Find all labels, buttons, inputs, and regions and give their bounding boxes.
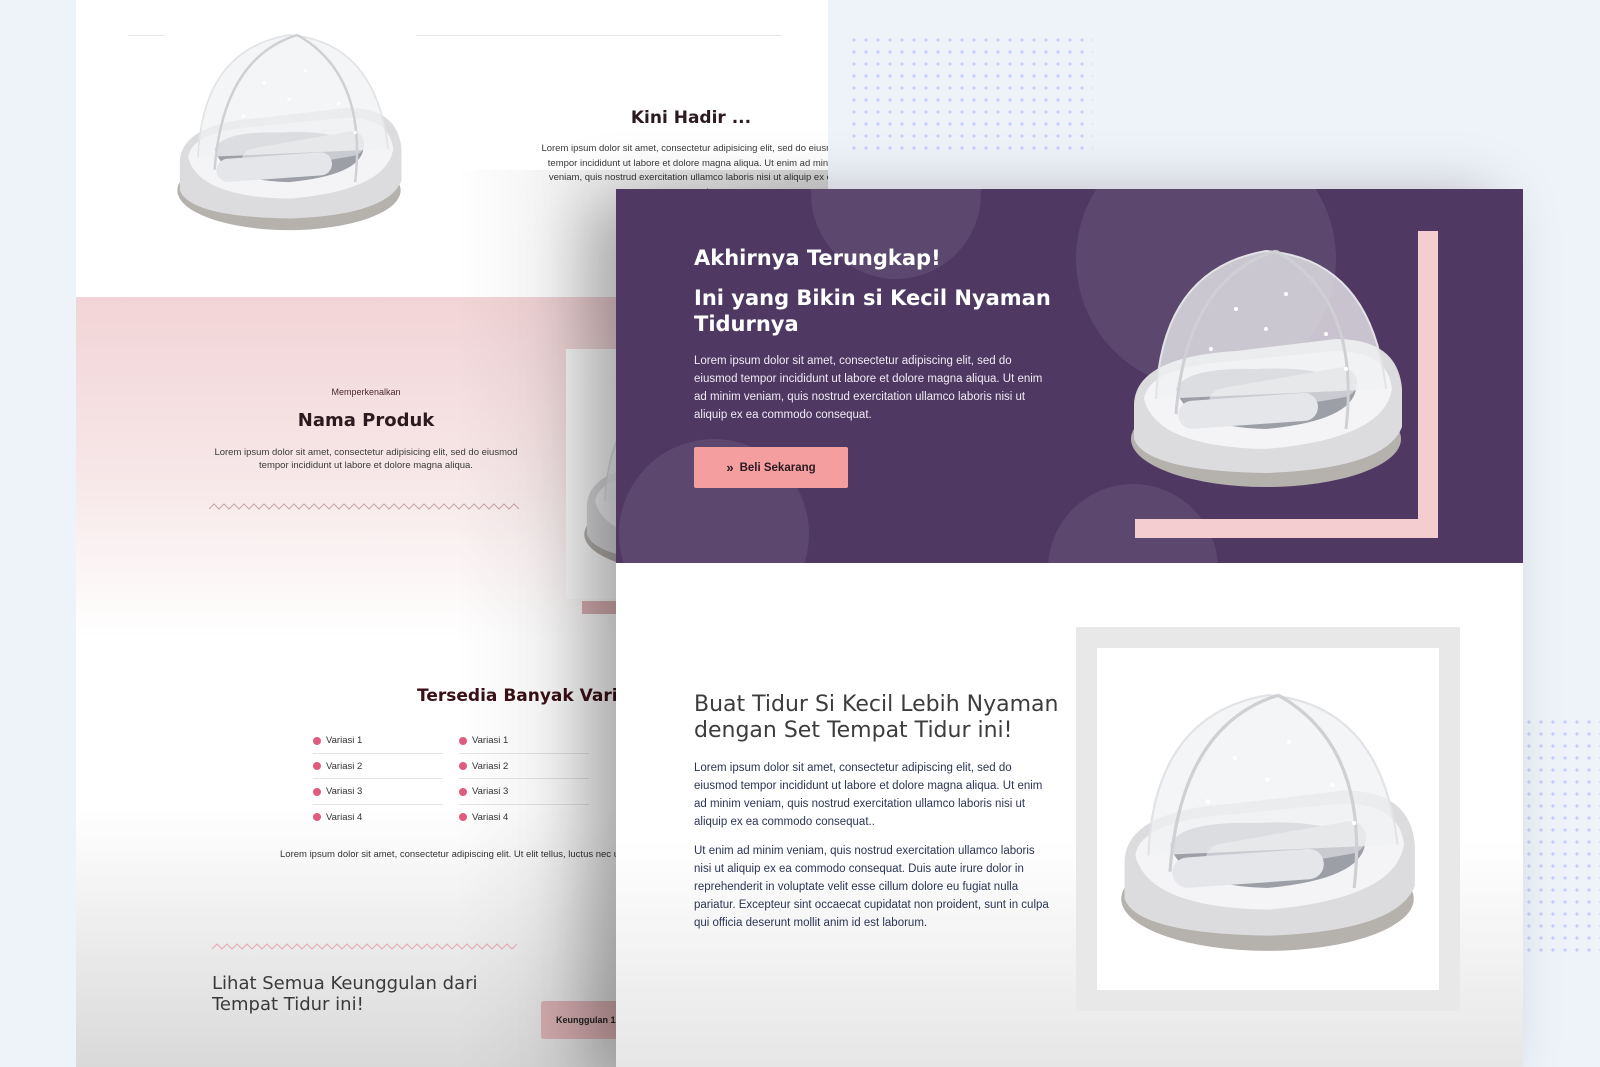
product-image	[1111, 239, 1421, 499]
intro-text: Lorem ipsum dolor sit amet, consectetur …	[214, 447, 518, 471]
double-chevron-right-icon: »	[726, 460, 734, 475]
list-item: Variasi 1	[313, 728, 443, 754]
buy-now-button[interactable]: » Beli Sekarang	[694, 447, 848, 488]
info-paragraph-1: Lorem ipsum dolor sit amet, consectetur …	[694, 762, 1043, 828]
bullet-icon	[459, 736, 467, 745]
product-image	[1105, 678, 1430, 968]
list-item: Variasi 4	[313, 805, 443, 831]
bullet-icon	[459, 813, 467, 821]
decorative-frame-vertical	[1418, 231, 1438, 538]
decorative-frame-horizontal	[1135, 519, 1438, 538]
section-title: Kini Hadir ...	[630, 108, 752, 128]
hero-subtitle: Ini yang Bikin si Kecil Nyaman Tidurnya	[694, 286, 1051, 336]
hero-section: Akhirnya Terungkap! Ini yang Bikin si Ke…	[616, 189, 1523, 563]
bullet-icon	[313, 736, 321, 745]
divider-right	[416, 35, 782, 36]
hero-text: Lorem ipsum dolor sit amet, consectetur …	[694, 355, 1043, 421]
list-item: Variasi 4	[459, 805, 589, 831]
product-photo	[1097, 648, 1439, 990]
product-name-title: Nama Produk	[297, 410, 435, 431]
bullet-icon	[313, 762, 321, 770]
bullet-icon	[459, 787, 467, 796]
variant-list-right: Variasi 1 Variasi 2 Variasi 3 Variasi 4	[459, 728, 589, 830]
divider-left	[128, 35, 164, 36]
info-title: Buat Tidur Si Kecil Lebih Nyaman dengan …	[694, 692, 1059, 743]
list-item: Variasi 3	[313, 779, 443, 805]
list-item: Variasi 2	[313, 754, 443, 779]
zigzag-divider	[212, 943, 518, 950]
variant-list-left: Variasi 1 Variasi 2 Variasi 3 Variasi 4	[313, 728, 443, 830]
list-item: Variasi 2	[459, 754, 589, 779]
list-item: Variasi 3	[459, 779, 589, 805]
product-photo-frame	[1076, 627, 1460, 1011]
hero-title: Akhirnya Terungkap!	[694, 246, 941, 270]
advantages-title: Lihat Semua Keunggulan dari Tempat Tidur…	[212, 973, 478, 1015]
bullet-icon	[313, 787, 321, 796]
bullet-icon	[459, 762, 467, 770]
front-page-preview: Akhirnya Terungkap! Ini yang Bikin si Ke…	[616, 189, 1523, 1067]
list-item: Variasi 1	[459, 728, 589, 754]
decorative-dots-top	[848, 34, 1093, 154]
zigzag-divider	[209, 503, 520, 510]
decorative-dots-right	[1523, 716, 1600, 956]
intro-eyebrow: Memperkenalkan	[331, 387, 401, 397]
info-paragraph-2: Ut enim ad minim veniam, quis nostrud ex…	[694, 845, 1049, 929]
product-image	[164, 25, 414, 240]
bullet-icon	[313, 813, 321, 821]
